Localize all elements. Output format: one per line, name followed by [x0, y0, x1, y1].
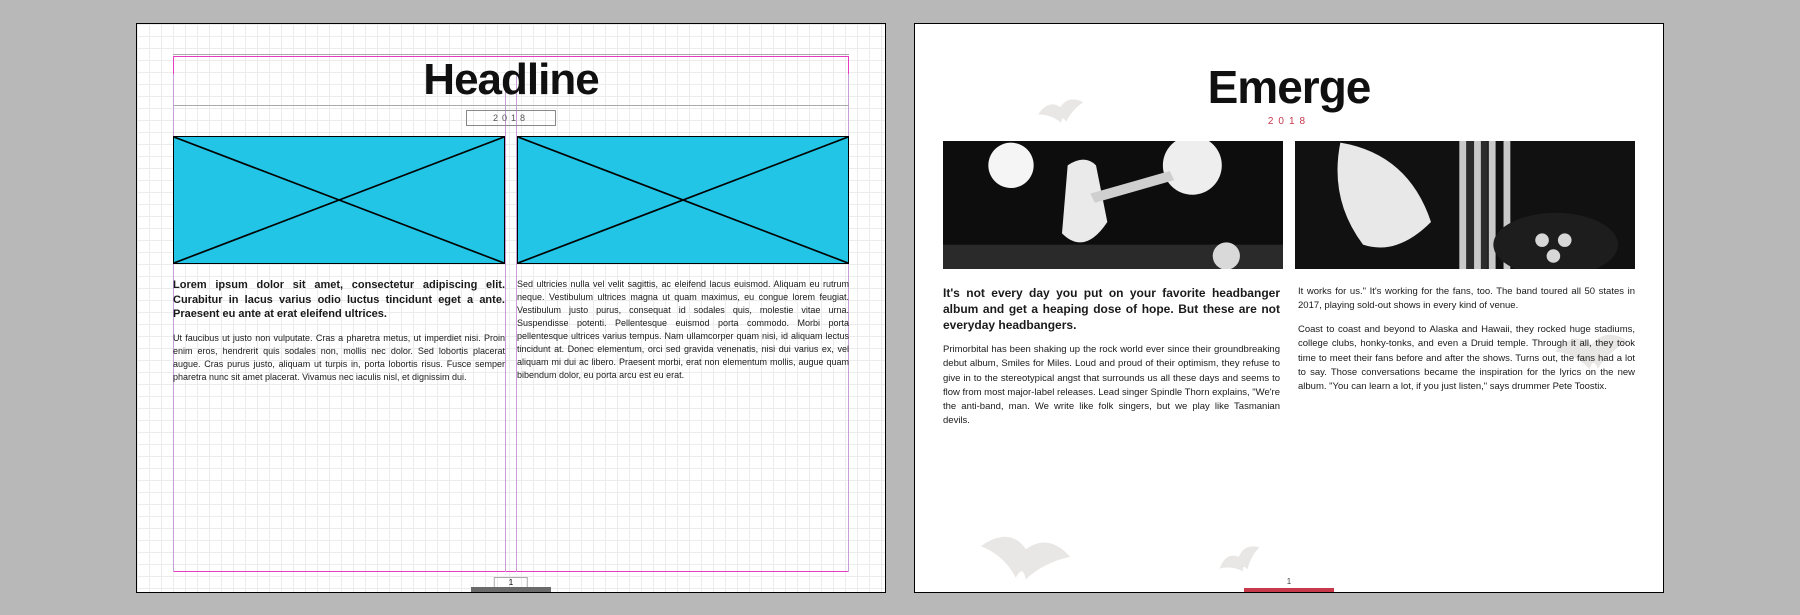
parent-body-right[interactable]: It works for us." It's working for the f… — [1298, 285, 1635, 429]
body-paragraph: Coast to coast and beyond to Alaska and … — [1298, 323, 1635, 394]
parent-page-spread[interactable]: Emerge 2018 — [914, 23, 1664, 593]
body-paragraph: Sed ultricies nulla vel velit sagittis, … — [517, 278, 849, 382]
body-text-frame-right[interactable]: Sed ultricies nulla vel velit sagittis, … — [517, 278, 849, 385]
image-placeholder-left[interactable] — [173, 136, 505, 264]
body-paragraph: Primorbital has been shaking up the rock… — [943, 343, 1280, 429]
hero-image-left[interactable] — [943, 141, 1283, 269]
parent-page-number[interactable]: 1 — [1287, 577, 1291, 586]
image-placeholder-right[interactable] — [517, 136, 849, 264]
hero-image-right[interactable] — [1295, 141, 1635, 269]
year-text-frame[interactable]: 2018 — [466, 110, 556, 126]
lead-paragraph: Lorem ipsum dolor sit amet, consectetur … — [173, 278, 505, 323]
parent-page-tab-indicator — [1244, 588, 1334, 593]
lead-paragraph: It's not every day you put on your favor… — [943, 285, 1280, 334]
child-page-spread[interactable]: Headline 2018 Lorem ipsum dolor sit amet… — [136, 23, 886, 593]
parent-year[interactable]: 2018 — [943, 116, 1635, 127]
body-paragraph: It works for us." It's working for the f… — [1298, 285, 1635, 314]
parent-body-left[interactable]: It's not every day you put on your favor… — [943, 285, 1280, 429]
headline-text-frame[interactable]: Headline — [173, 54, 849, 106]
body-paragraph: Ut faucibus ut justo non vulputate. Cras… — [173, 332, 505, 384]
page-tab-indicator — [471, 587, 551, 593]
parent-headline[interactable]: Emerge — [943, 60, 1635, 114]
body-text-frame-left[interactable]: Lorem ipsum dolor sit amet, consectetur … — [173, 278, 505, 385]
